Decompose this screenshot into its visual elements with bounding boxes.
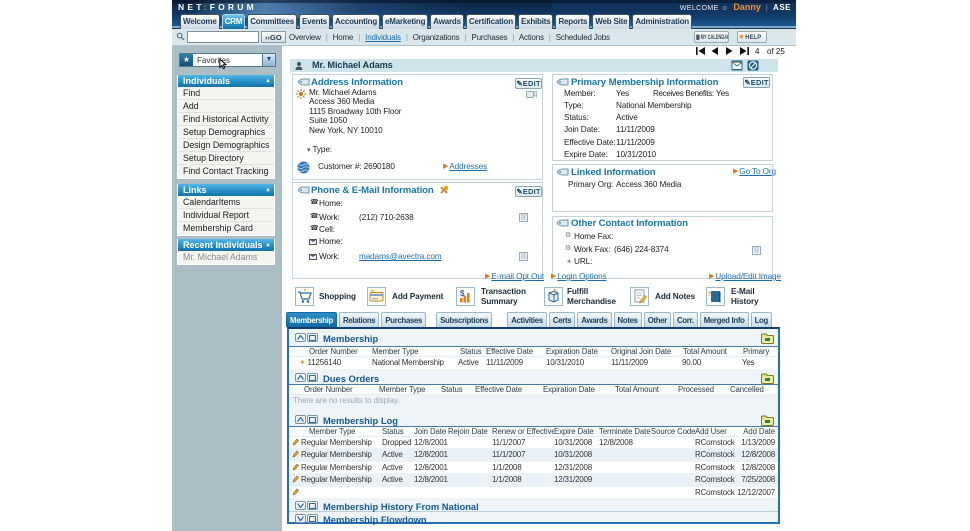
svg-text:of 25: of 25 [767,47,785,56]
svg-text:4: 4 [755,47,760,56]
svg-text:$: $ [460,289,465,298]
